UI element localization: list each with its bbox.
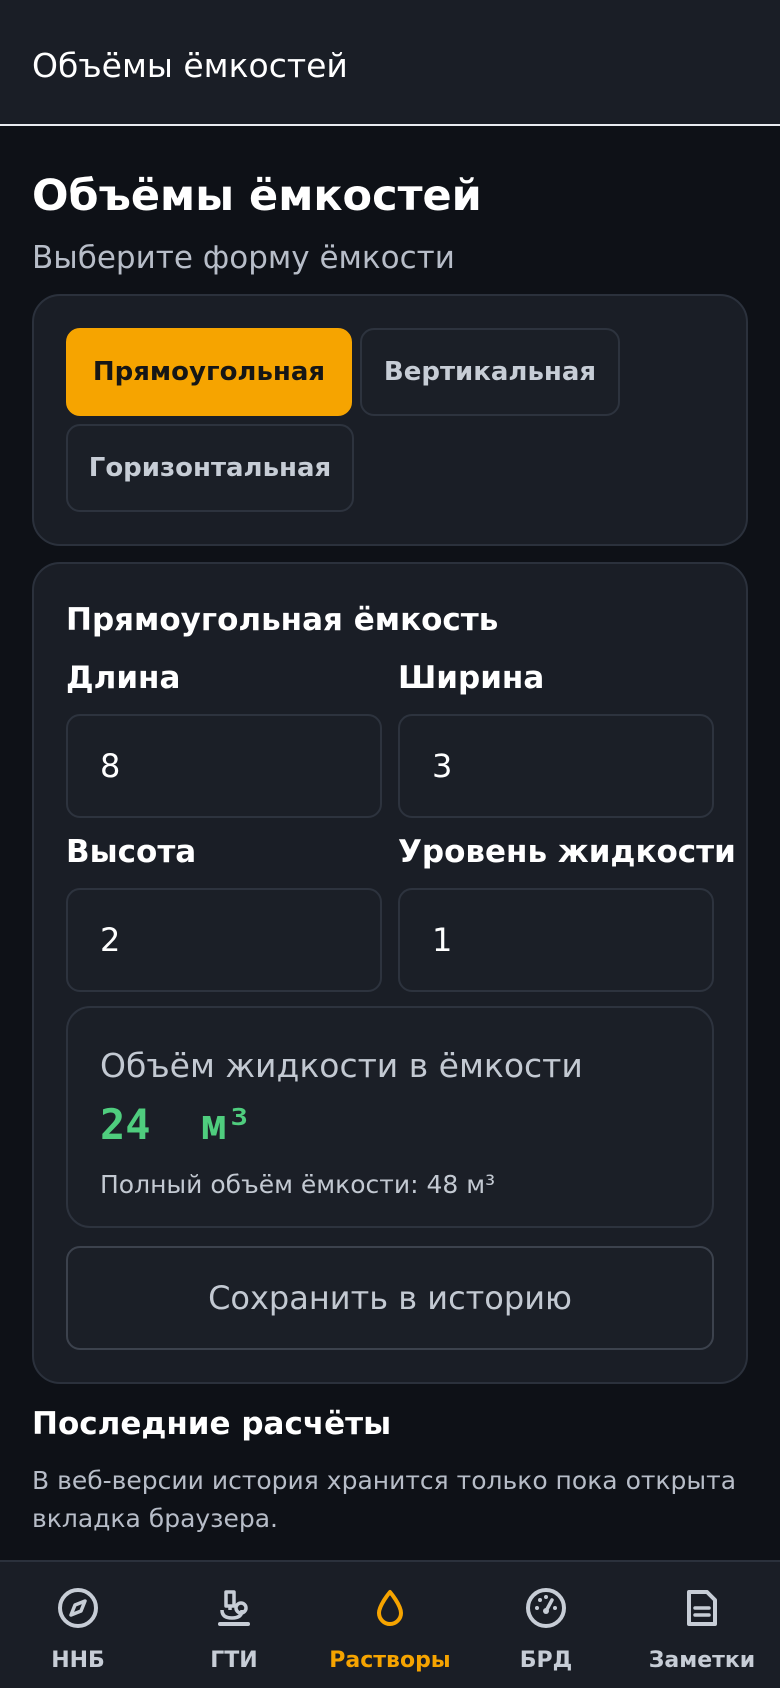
nav-item-solutions[interactable]: Растворы	[312, 1562, 468, 1688]
history-title: Последние расчёты	[32, 1406, 392, 1442]
top-app-bar: Объёмы ёмкостей	[0, 0, 780, 126]
width-label: Ширина	[398, 660, 545, 696]
result-box: Объём жидкости в ёмкости 24 м³ Полный об…	[66, 1006, 714, 1228]
compass-icon	[58, 1588, 98, 1628]
nav-item-brd[interactable]: БРД	[468, 1562, 624, 1688]
length-label: Длина	[66, 660, 181, 696]
liquid-level-input[interactable]	[398, 888, 714, 992]
total-volume-text: Полный объём ёмкости: 48 м³	[100, 1170, 496, 1199]
liquid-level-label: Уровень жидкости	[398, 834, 736, 870]
width-input[interactable]	[398, 714, 714, 818]
nav-label-notes: Заметки	[648, 1648, 756, 1673]
gauge-icon	[526, 1588, 566, 1628]
calculator-title: Прямоугольная ёмкость	[66, 602, 499, 638]
shape-selector-card: Прямоугольная Вертикальная Горизонтальна…	[32, 294, 748, 546]
nav-label-brd: БРД	[519, 1648, 573, 1673]
calculator-card: Прямоугольная ёмкость Длина Ширина Высот…	[32, 562, 748, 1384]
history-note: В веб-версии история хранится только пок…	[32, 1466, 737, 1533]
result-label: Объём жидкости в ёмкости	[100, 1046, 583, 1085]
nav-label-nnb: ННБ	[51, 1648, 105, 1673]
shape-rectangular-button[interactable]: Прямоугольная	[66, 328, 352, 416]
page-subtitle: Выберите форму ёмкости	[32, 240, 455, 276]
save-to-history-button[interactable]: Сохранить в историю	[66, 1246, 714, 1350]
result-value: 24 м³	[100, 1100, 252, 1149]
height-label: Высота	[66, 834, 197, 870]
drop-icon	[377, 1590, 403, 1626]
nav-item-notes[interactable]: Заметки	[624, 1562, 780, 1688]
bottom-navigation: ННБ ГТИ Растворы БРД Заметки	[0, 1560, 780, 1688]
shape-vertical-button[interactable]: Вертикальная	[360, 328, 620, 416]
nav-label-gti: ГТИ	[210, 1648, 258, 1673]
app-screen: Объёмы ёмкостей Объёмы ёмкостей Выберите…	[0, 0, 780, 1688]
nav-item-gti[interactable]: ГТИ	[156, 1562, 312, 1688]
shape-horizontal-button[interactable]: Горизонтальная	[66, 424, 354, 512]
note-icon	[687, 1590, 717, 1626]
length-input[interactable]	[66, 714, 382, 818]
microscope-icon	[218, 1590, 250, 1626]
page-title: Объёмы ёмкостей	[32, 171, 482, 221]
app-bar-title: Объёмы ёмкостей	[32, 46, 348, 85]
nav-item-nnb[interactable]: ННБ	[0, 1562, 156, 1688]
height-input[interactable]	[66, 888, 382, 992]
nav-label-solutions: Растворы	[329, 1648, 451, 1673]
